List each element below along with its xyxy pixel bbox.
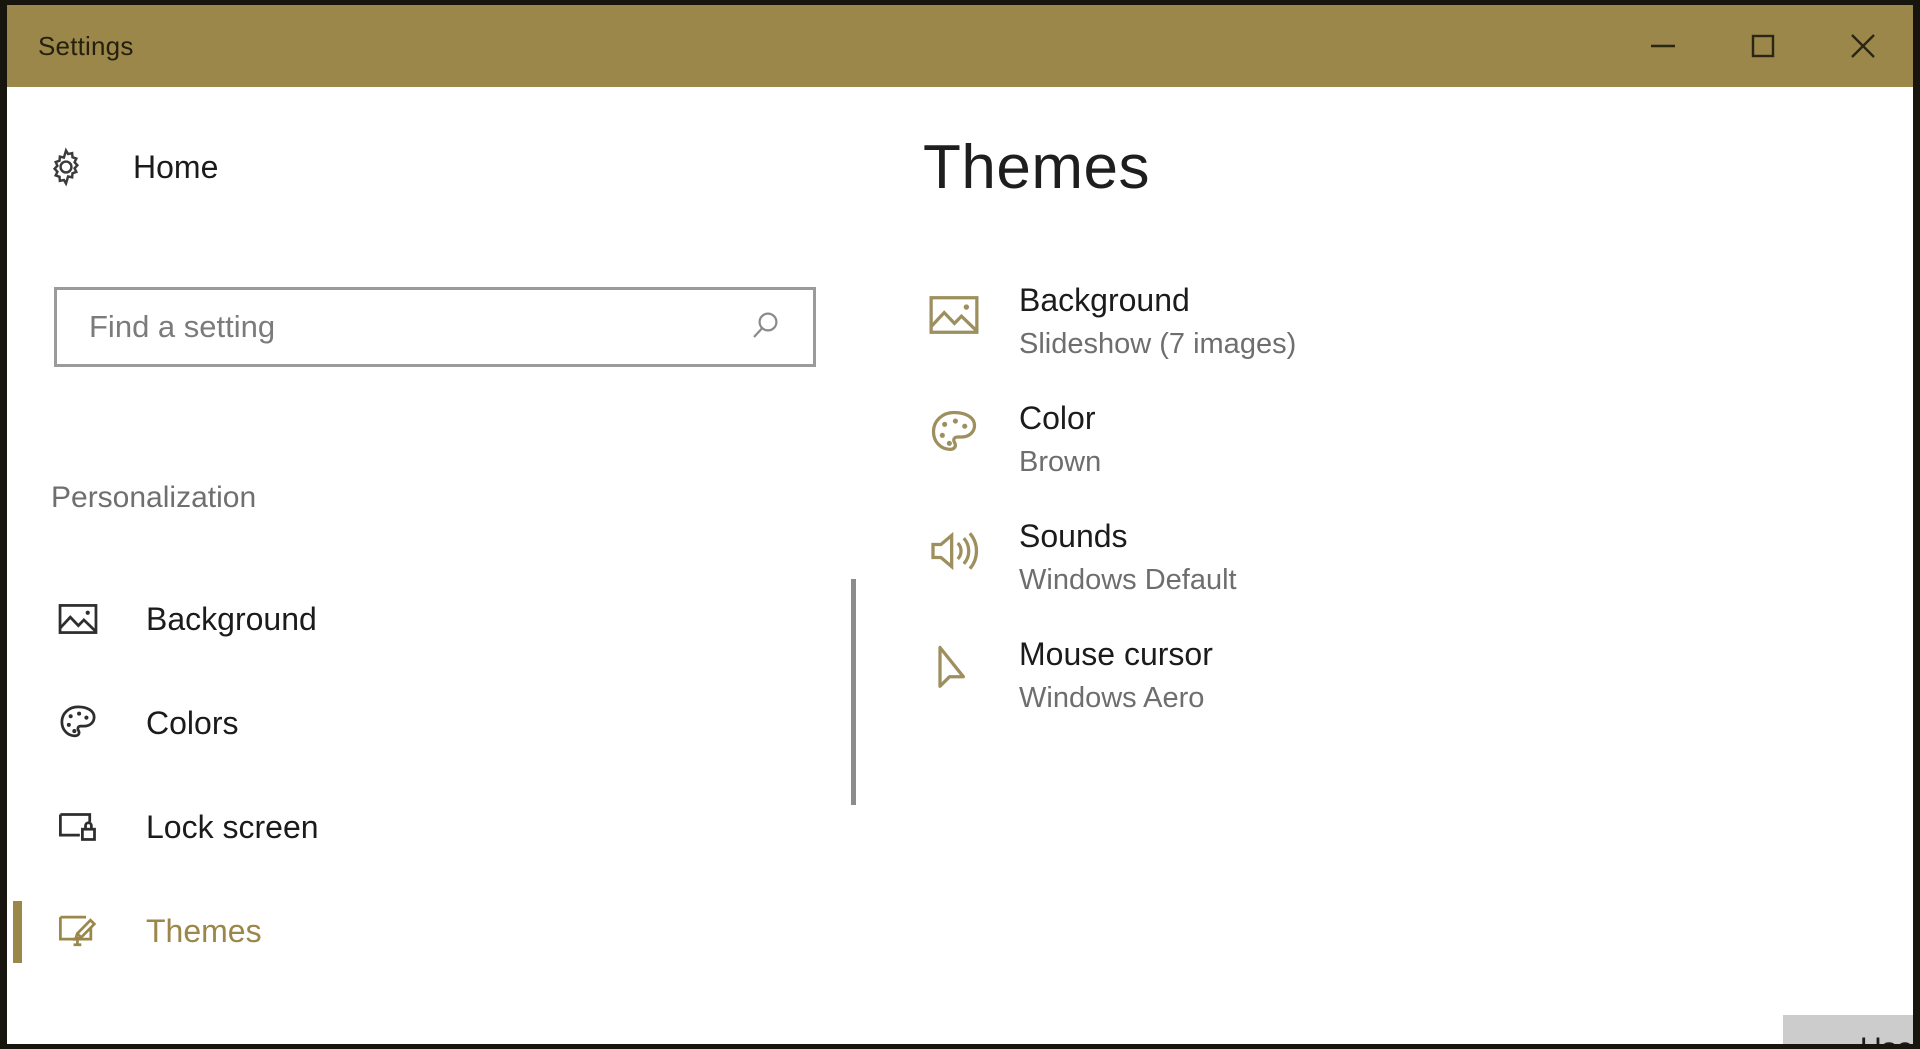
search-icon[interactable] <box>745 307 785 347</box>
theme-property-text: Sounds Windows Default <box>1019 516 1237 600</box>
theme-property-text: Color Brown <box>1019 398 1101 482</box>
theme-property-text: Background Slideshow (7 images) <box>1019 280 1296 364</box>
settings-content: Home Find a setting Personalization <box>7 87 1913 1044</box>
sidebar-section-label: Personalization <box>51 481 256 515</box>
sidebar-item-label: Themes <box>146 913 262 950</box>
window-title: Settings <box>38 31 134 62</box>
theme-property-value: Brown <box>1019 442 1101 482</box>
picture-icon <box>923 284 985 346</box>
sidebar-item-colors[interactable]: Colors <box>7 671 867 775</box>
minimize-button[interactable] <box>1613 5 1713 87</box>
speaker-icon <box>923 520 985 582</box>
use-custom-theme-button[interactable]: Use custom theme <box>1783 1015 1920 1049</box>
sidebar: Home Find a setting Personalization <box>7 87 867 1044</box>
sidebar-item-background[interactable]: Background <box>7 567 867 671</box>
settings-window: Settings <box>0 0 1920 1049</box>
sidebar-item-label: Colors <box>146 705 238 742</box>
search-input[interactable]: Find a setting <box>54 287 816 367</box>
lock-screen-icon <box>54 803 102 851</box>
main-pane: Themes Background Sl <box>867 87 1913 1044</box>
title-bar[interactable]: Settings <box>7 5 1913 87</box>
minimize-icon <box>1646 29 1680 63</box>
palette-icon <box>923 402 985 464</box>
maximize-icon <box>1746 29 1780 63</box>
theme-property-value: Windows Default <box>1019 560 1237 600</box>
theme-property-value: Slideshow (7 images) <box>1019 324 1296 364</box>
window-inner: Settings <box>7 5 1913 1044</box>
theme-properties-list: Background Slideshow (7 images) <box>923 280 1563 752</box>
picture-icon <box>54 595 102 643</box>
gear-icon <box>43 144 89 190</box>
selection-accent-bar <box>13 901 22 963</box>
theme-property-color[interactable]: Color Brown <box>923 398 1563 494</box>
themes-brush-icon <box>54 907 102 955</box>
cursor-arrow-icon <box>923 638 985 700</box>
theme-property-background[interactable]: Background Slideshow (7 images) <box>923 280 1563 376</box>
sidebar-item-themes[interactable]: Themes <box>7 879 867 983</box>
theme-property-title: Sounds <box>1019 516 1237 556</box>
maximize-button[interactable] <box>1713 5 1813 87</box>
close-icon <box>1845 28 1881 64</box>
close-button[interactable] <box>1813 5 1913 87</box>
page-title: Themes <box>923 132 1150 203</box>
sidebar-home-label: Home <box>133 149 218 186</box>
theme-property-value: Windows Aero <box>1019 678 1213 718</box>
sidebar-nav-list: Background <box>7 567 867 983</box>
sidebar-item-label: Background <box>146 601 317 638</box>
sidebar-item-label: Lock screen <box>146 809 319 846</box>
theme-property-sounds[interactable]: Sounds Windows Default <box>923 516 1563 612</box>
sidebar-item-lock-screen[interactable]: Lock screen <box>7 775 867 879</box>
sidebar-item-home[interactable]: Home <box>43 140 218 194</box>
window-controls <box>1613 5 1913 87</box>
search-placeholder: Find a setting <box>89 309 275 345</box>
palette-icon <box>54 699 102 747</box>
scrollbar-thumb[interactable] <box>851 579 856 805</box>
theme-property-title: Color <box>1019 398 1101 438</box>
theme-property-title: Mouse cursor <box>1019 634 1213 674</box>
theme-property-text: Mouse cursor Windows Aero <box>1019 634 1213 718</box>
theme-property-mouse-cursor[interactable]: Mouse cursor Windows Aero <box>923 634 1563 730</box>
theme-property-title: Background <box>1019 280 1296 320</box>
